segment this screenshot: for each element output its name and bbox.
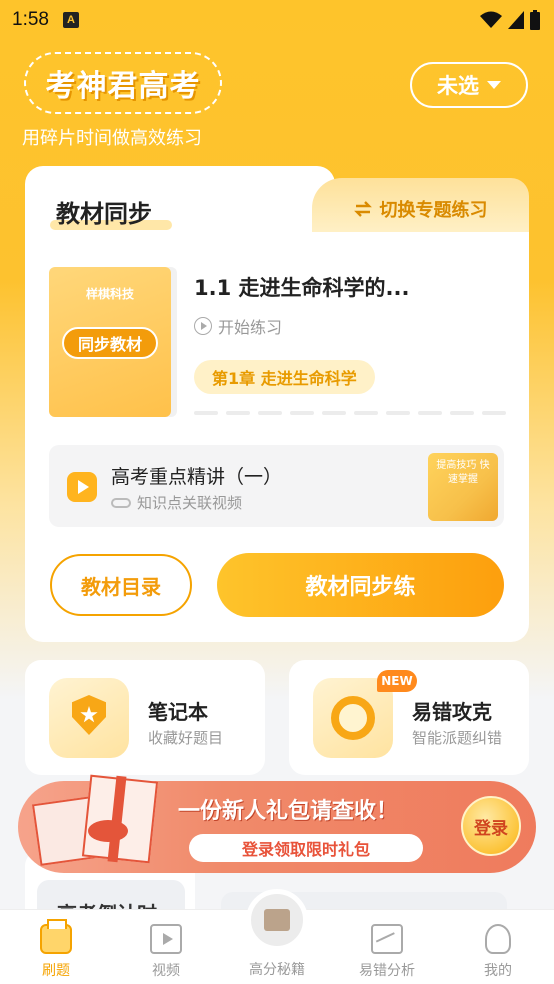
chevron-down-icon [487, 81, 501, 89]
user-icon [485, 924, 511, 954]
nav-label-mine: 我的 [484, 963, 512, 979]
chart-icon [371, 924, 403, 954]
video-icon [150, 924, 182, 954]
nav-item-practice[interactable]: 刷题 [6, 910, 106, 984]
textbook-cover[interactable]: 样棋科技 同步教材 [49, 267, 171, 417]
book-tag: 同步教材 [62, 327, 158, 359]
select-label: 未选 [437, 74, 479, 98]
link-icon [111, 497, 131, 508]
nav-item-error-analysis[interactable]: 易错分析 [337, 910, 437, 984]
promo-subtitle[interactable]: 登录领取限时礼包 [189, 834, 423, 862]
play-circle-icon [194, 317, 212, 335]
notebook-subtitle: 收藏好题目 [148, 729, 224, 747]
video-title: 高考重点精讲（一） [111, 466, 283, 488]
nav-label-error-analysis: 易错分析 [359, 963, 415, 979]
book-publisher: 样棋科技 [85, 287, 134, 301]
play-icon [67, 472, 97, 502]
nav-item-video[interactable]: 视频 [116, 910, 216, 984]
chapter-tag: 第1章 走进生命科学 [194, 360, 375, 394]
status-icons [480, 10, 540, 30]
start-label: 开始练习 [218, 318, 283, 337]
shield-star-icon [49, 678, 129, 758]
nav-item-secrets[interactable] [246, 889, 308, 951]
nav-item-mine[interactable]: 我的 [448, 910, 548, 984]
progress-dashes [194, 411, 506, 415]
wifi-icon [480, 11, 502, 28]
promo-title: 一份新人礼包请查收！ [178, 799, 399, 824]
slogan: 用碎片时间做高效练习 [22, 128, 202, 149]
swap-icon [353, 201, 372, 217]
promo-login-button[interactable]: 登录 [461, 796, 521, 856]
book-icon [264, 909, 290, 931]
video-sub-text: 知识点关联视频 [137, 494, 243, 512]
practice-icon [40, 919, 72, 954]
new-badge: NEW [377, 670, 417, 692]
nav-label-video: 视频 [152, 963, 180, 979]
video-card[interactable]: 高考重点精讲（一） 知识点关联视频 提高技巧 快速掌握 [49, 445, 504, 527]
textbook-sync-practice-button[interactable]: 教材同步练 [217, 553, 504, 617]
notification-icon: A [62, 12, 79, 28]
notebook-card[interactable]: 笔记本 收藏好题目 [25, 660, 265, 775]
nav-label-practice: 刷题 [42, 963, 70, 979]
video-subtitle: 知识点关联视频 [111, 492, 242, 513]
signal-icon [508, 11, 524, 29]
status-bar: 1:58 A [0, 0, 554, 40]
error-fix-subtitle: 智能派题纠错 [412, 729, 503, 747]
battery-icon [530, 10, 540, 30]
start-practice-link[interactable]: 开始练习 [194, 314, 282, 338]
lesson-title[interactable]: 1.1 走进生命科学的... [194, 272, 409, 302]
switch-label: 切换专题练习 [379, 200, 488, 221]
logo-text: 考神君高考 [45, 69, 201, 104]
video-thumbnail: 提高技巧 快速掌握 [428, 453, 498, 521]
notebook-title: 笔记本 [148, 700, 208, 724]
subject-select-button[interactable]: 未选 [410, 62, 528, 108]
tab-title: 教材同步 [56, 200, 152, 228]
status-time: 1:58 [12, 9, 49, 30]
switch-topic-practice-button[interactable]: 切换专题练习 [312, 178, 529, 240]
app-logo: 考神君高考 [24, 52, 222, 114]
textbook-catalog-button[interactable]: 教材目录 [50, 554, 192, 616]
gift-icon [28, 762, 163, 867]
nav-label-secrets: 高分秘籍 [249, 962, 305, 978]
error-fix-title: 易错攻克 [412, 700, 492, 724]
